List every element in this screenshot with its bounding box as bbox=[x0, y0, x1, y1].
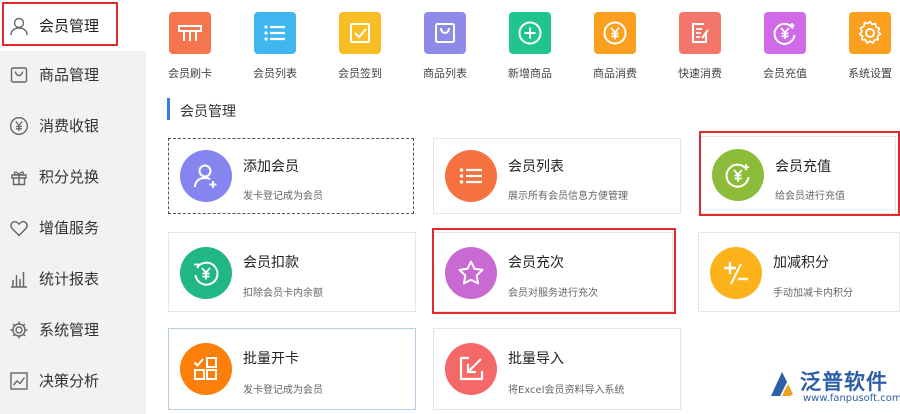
quick-member-checkin-button[interactable]: 会员签到 bbox=[325, 12, 395, 81]
quick-product-list-button[interactable]: 商品列表 bbox=[410, 12, 480, 81]
card-member-deduction[interactable]: 会员扣款 扣除会员卡内余额 bbox=[168, 232, 416, 312]
card-batch-open-card[interactable]: 批量开卡 发卡登记成为会员 bbox=[168, 328, 416, 410]
card-title: 批量导入 bbox=[508, 351, 564, 367]
grid-check-icon bbox=[180, 343, 232, 395]
quick-add-product-button[interactable]: 新增商品 bbox=[495, 12, 565, 81]
card-description: 展示所有会员信息方便管理 bbox=[508, 191, 628, 202]
section-accent-bar bbox=[167, 98, 170, 120]
card-title: 添加会员 bbox=[243, 159, 299, 175]
list-icon bbox=[445, 150, 497, 202]
import-icon bbox=[445, 343, 497, 395]
sidebar-item-label: 增值服务 bbox=[39, 219, 100, 237]
main-panel: 会员刷卡 会员列表 会员签到 商品列表 新增商品 商品消费 快速消费 会员充值 … bbox=[146, 0, 900, 414]
card-description: 扣除会员卡内余额 bbox=[243, 288, 323, 299]
yen-circle-icon bbox=[594, 12, 636, 54]
checkbox-icon bbox=[339, 12, 381, 54]
quick-member-list-button[interactable]: 会员列表 bbox=[240, 12, 310, 81]
card-description: 会员对服务进行充次 bbox=[508, 288, 598, 299]
quick-label: 商品列表 bbox=[423, 67, 467, 80]
trend-chart-icon bbox=[8, 370, 30, 392]
card-title: 会员充值 bbox=[775, 159, 831, 175]
sidebar-item-label: 统计报表 bbox=[39, 270, 100, 288]
card-batch-import[interactable]: 批量导入 将Excel会员资料导入系统 bbox=[433, 328, 681, 410]
sidebar-item-system-management[interactable]: 系统管理 bbox=[0, 304, 146, 355]
card-description: 手动加减卡内积分 bbox=[773, 288, 853, 299]
card-member-list[interactable]: 会员列表 展示所有会员信息方便管理 bbox=[433, 138, 681, 214]
card-description: 发卡登记成为会员 bbox=[243, 191, 323, 202]
sidebar-item-label: 积分兑换 bbox=[39, 168, 100, 186]
sidebar-item-member-management[interactable]: 会员管理 bbox=[0, 0, 146, 51]
watermark-url: www.fanpusoft.com bbox=[803, 393, 900, 404]
sidebar-item-checkout[interactable]: 消费收银 bbox=[0, 100, 146, 151]
card-title: 加减积分 bbox=[773, 255, 829, 271]
card-description: 将Excel会员资料导入系统 bbox=[508, 385, 625, 396]
shopping-bag-icon bbox=[424, 12, 466, 54]
quick-label: 会员列表 bbox=[253, 67, 297, 80]
card-description: 发卡登记成为会员 bbox=[243, 385, 323, 396]
quick-label: 新增商品 bbox=[508, 67, 552, 80]
quick-label: 会员刷卡 bbox=[168, 67, 212, 80]
card-member-top-up-times[interactable]: 会员充次 会员对服务进行充次 bbox=[433, 232, 673, 312]
add-user-icon bbox=[180, 150, 232, 202]
sidebar: 会员管理 商品管理 消费收银 积分兑换 增值服务 统计报表 系统管理 决策分析 bbox=[0, 0, 146, 414]
sidebar-item-points-exchange[interactable]: 积分兑换 bbox=[0, 151, 146, 202]
sidebar-item-value-added[interactable]: 增值服务 bbox=[0, 202, 146, 253]
quick-product-consume-button[interactable]: 商品消费 bbox=[580, 12, 650, 81]
card-member-recharge[interactable]: 会员充值 给会员进行充值 bbox=[700, 136, 896, 214]
heart-icon bbox=[8, 217, 30, 239]
card-description: 给会员进行充值 bbox=[775, 191, 845, 202]
quick-label: 快速消费 bbox=[678, 67, 722, 80]
recharge-icon bbox=[712, 149, 764, 201]
sidebar-item-label: 商品管理 bbox=[39, 66, 100, 84]
gear-icon bbox=[849, 12, 891, 54]
logo-icon bbox=[771, 372, 793, 396]
quick-system-settings-button[interactable]: 系统设置 bbox=[835, 12, 900, 81]
user-icon bbox=[8, 15, 30, 37]
quick-member-recharge-button[interactable]: 会员充值 bbox=[750, 12, 820, 81]
list-icon bbox=[254, 12, 296, 54]
watermark-logo: 泛普软件 www.fanpusoft.com bbox=[767, 362, 900, 410]
sidebar-item-reports[interactable]: 统计报表 bbox=[0, 253, 146, 304]
card-title: 会员扣款 bbox=[243, 255, 299, 271]
card-adjust-points[interactable]: 加减积分 手动加减卡内积分 bbox=[698, 232, 900, 312]
quick-label: 会员签到 bbox=[338, 67, 382, 80]
yen-circle-icon bbox=[8, 115, 30, 137]
edit-note-icon bbox=[679, 12, 721, 54]
sidebar-item-label: 会员管理 bbox=[39, 17, 100, 35]
gear-icon bbox=[8, 319, 30, 341]
recharge-icon bbox=[764, 12, 806, 54]
quick-member-swipe-button[interactable]: 会员刷卡 bbox=[155, 12, 225, 81]
plus-minus-icon bbox=[710, 247, 762, 299]
refund-icon bbox=[180, 247, 232, 299]
sidebar-item-label: 决策分析 bbox=[39, 372, 100, 390]
sidebar-item-label: 系统管理 bbox=[39, 321, 100, 339]
gift-icon bbox=[8, 166, 30, 188]
card-title: 批量开卡 bbox=[243, 351, 299, 367]
sidebar-item-product-management[interactable]: 商品管理 bbox=[0, 49, 146, 100]
watermark-text: 泛普软件 bbox=[800, 370, 888, 394]
quick-label: 会员充值 bbox=[763, 67, 807, 80]
card-title: 会员充次 bbox=[508, 255, 564, 271]
bar-chart-icon bbox=[8, 268, 30, 290]
card-swipe-icon bbox=[169, 12, 211, 54]
sidebar-item-decision-analysis[interactable]: 决策分析 bbox=[0, 355, 146, 406]
section-title: 会员管理 bbox=[180, 104, 236, 120]
sidebar-item-label: 消费收银 bbox=[39, 117, 100, 135]
bag-icon bbox=[8, 64, 30, 86]
card-add-member[interactable]: 添加会员 发卡登记成为会员 bbox=[168, 138, 414, 214]
quick-label: 商品消费 bbox=[593, 67, 637, 80]
plus-circle-icon bbox=[509, 12, 551, 54]
quick-label: 系统设置 bbox=[848, 67, 892, 80]
quick-fast-consume-button[interactable]: 快速消费 bbox=[665, 12, 735, 81]
star-icon bbox=[445, 247, 497, 299]
card-title: 会员列表 bbox=[508, 159, 564, 175]
